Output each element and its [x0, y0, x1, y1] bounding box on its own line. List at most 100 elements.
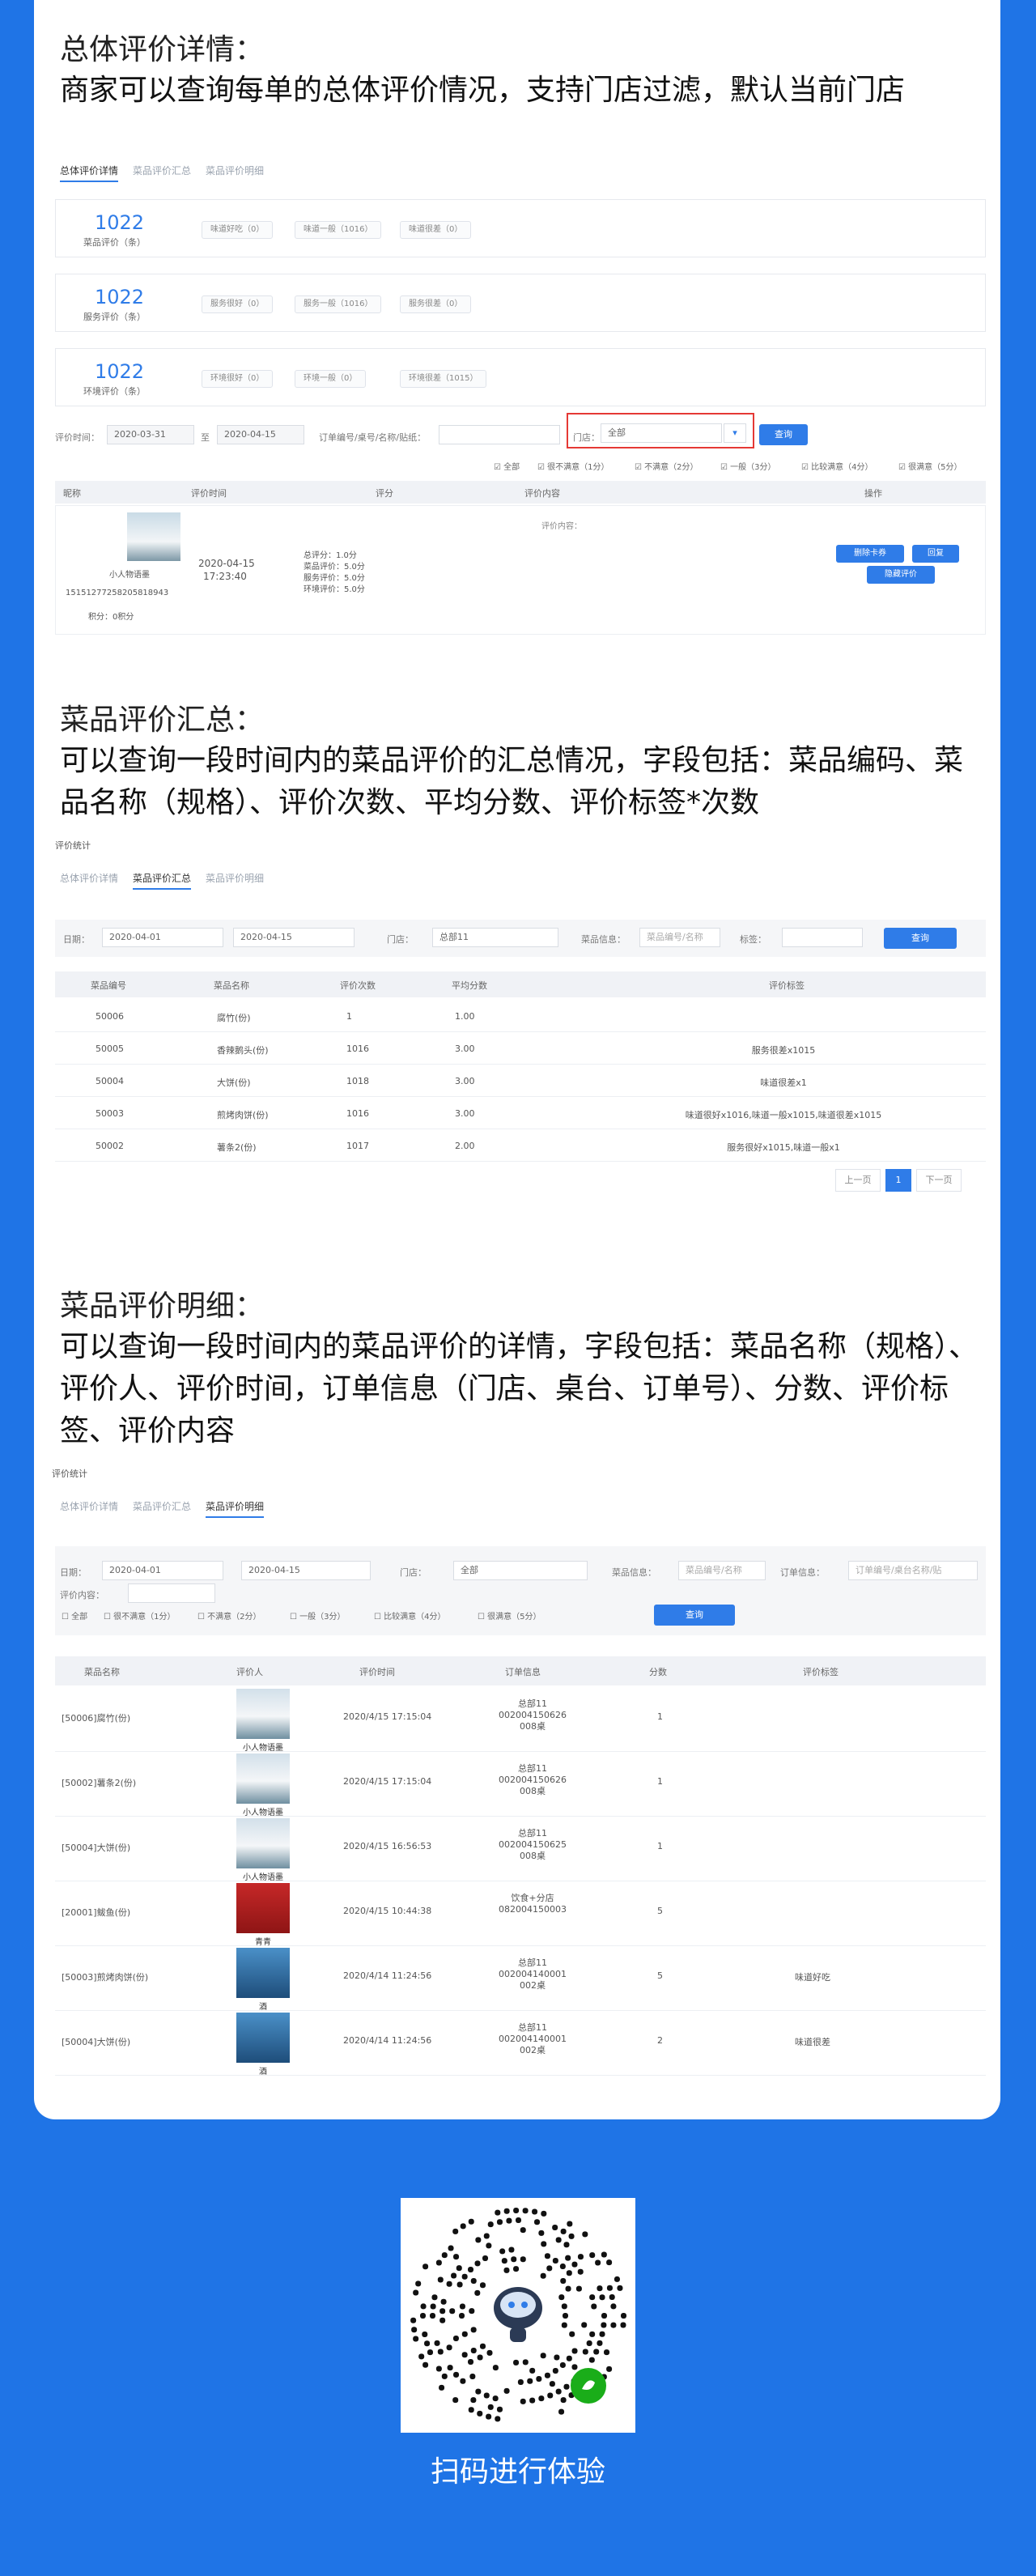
summary-label: 环境评价（条） — [83, 386, 146, 397]
store-select[interactable]: 总部11 — [432, 928, 558, 947]
tab-dish-summary[interactable]: 菜品评价汇总 — [133, 871, 192, 890]
level-checkbox-all[interactable]: ☑ 全部 — [494, 460, 520, 472]
th-time: 评价时间 — [359, 1667, 395, 1677]
eval-date: 2020-04-15 — [198, 558, 255, 569]
qr-module — [544, 2372, 550, 2378]
query-button[interactable]: 查询 — [654, 1605, 735, 1626]
nickname: 小人物语墨 — [109, 571, 150, 580]
summary-chip[interactable]: 味道好吃（0） — [202, 221, 274, 239]
tab-overall[interactable]: 总体评价详情 — [60, 164, 119, 182]
next-page-button[interactable]: 下一页 — [916, 1169, 962, 1192]
summary-count: 1022 — [95, 286, 145, 308]
qr-module — [506, 2217, 512, 2224]
qr-module — [418, 2353, 425, 2360]
query-button[interactable]: 查询 — [884, 928, 957, 949]
tab-overall[interactable]: 总体评价详情 — [60, 871, 118, 890]
th-content: 评价内容 — [524, 488, 560, 499]
level-checkbox-3[interactable]: ☐ 一般（3分） — [290, 1609, 346, 1622]
table-cell: 腐竹(份) — [217, 1013, 251, 1023]
qr-module — [451, 2272, 457, 2279]
qr-module — [431, 2294, 438, 2301]
prev-page-button[interactable]: 上一页 — [835, 1169, 881, 1192]
th-avg: 平均分数 — [452, 980, 487, 991]
order-line: 002004140001 — [499, 2034, 567, 2044]
summary-chip[interactable]: 服务很好（0） — [202, 295, 274, 313]
dish-name: [50002]薯条2(份) — [62, 1778, 137, 1788]
points: 积分：0积分 — [88, 613, 134, 622]
table-cell: 薯条2(份) — [217, 1142, 257, 1153]
tab-dish-summary[interactable]: 菜品评价汇总 — [133, 164, 191, 182]
order-filter-input[interactable] — [439, 425, 560, 444]
th-code: 菜品编号 — [91, 980, 126, 991]
table-cell: 50003 — [96, 1108, 124, 1119]
level-checkbox-4[interactable]: ☑ 比较满意（4分） — [801, 460, 873, 472]
qr-module — [452, 2336, 459, 2342]
summary-chip[interactable]: 味道很差（0） — [400, 221, 472, 239]
store-select[interactable]: 全部 — [601, 423, 722, 443]
level-checkbox-2[interactable]: ☐ 不满意（2分） — [197, 1609, 261, 1622]
order-line: 008桌 — [520, 1851, 546, 1861]
level-checkbox-1[interactable]: ☑ 很不满意（1分） — [537, 460, 609, 472]
summary-chip[interactable]: 环境一般（0） — [295, 370, 367, 388]
hide-eval-button[interactable]: 隐藏评价 — [867, 566, 935, 584]
review-time: 2020/4/15 17:15:04 — [343, 1776, 432, 1787]
qr-module — [571, 2348, 578, 2354]
qr-module — [495, 2416, 501, 2422]
qr-caption: 扫码进行体验 — [430, 2455, 605, 2489]
reply-button[interactable]: 回复 — [912, 545, 959, 563]
qr-module — [447, 2365, 453, 2371]
order-line: 002004150626 — [499, 1710, 567, 1720]
query-button[interactable]: 查询 — [759, 424, 808, 445]
summary-chip[interactable]: 味道一般（1016） — [295, 221, 382, 239]
order-input[interactable]: 订单编号/桌台名称/贴 — [848, 1561, 978, 1580]
summary-chip[interactable]: 环境很差（1015） — [400, 370, 487, 388]
delete-coupon-button[interactable]: 删除卡券 — [836, 545, 904, 563]
store-select[interactable]: 全部 — [453, 1561, 588, 1580]
content-input[interactable] — [128, 1583, 215, 1603]
level-checkbox-2[interactable]: ☑ 不满意（2分） — [635, 460, 698, 472]
tab-overall[interactable]: 总体评价详情 — [60, 1499, 118, 1518]
dish-input[interactable]: 菜品编号/名称 — [678, 1561, 766, 1580]
qr-module — [483, 2392, 490, 2399]
table-cell: 1.00 — [455, 1011, 475, 1022]
date-from-input[interactable]: 2020-03-31 — [107, 425, 194, 444]
qr-module — [549, 2381, 555, 2387]
level-checkbox-1[interactable]: ☐ 很不满意（1分） — [104, 1609, 176, 1622]
level-checkbox-3[interactable]: ☑ 一般（3分） — [720, 460, 776, 472]
level-checkbox-5[interactable]: ☐ 很满意（5分） — [478, 1609, 541, 1622]
date-from-input[interactable]: 2020-04-01 — [102, 1561, 223, 1580]
reviewer-name: 酒 — [259, 2003, 267, 2012]
tab-dish-detail[interactable]: 菜品评价明细 — [206, 164, 264, 182]
dish-label: 菜品信息： — [581, 934, 626, 945]
qr-module — [453, 2371, 460, 2378]
tab-dish-detail[interactable]: 菜品评价明细 — [206, 871, 264, 890]
th-name: 菜品名称 — [214, 980, 249, 991]
date-to-input[interactable]: 2020-04-15 — [217, 425, 304, 444]
qr-module — [593, 2349, 600, 2355]
level-label: 不满意（2分） — [644, 463, 698, 472]
qr-module — [541, 2241, 547, 2247]
level-checkbox-4[interactable]: ☐ 比较满意（4分） — [374, 1609, 446, 1622]
date-to-input[interactable]: 2020-04-15 — [233, 928, 355, 947]
summary-chip[interactable]: 服务一般（1016） — [295, 295, 382, 313]
table-cell: 1018 — [346, 1076, 369, 1086]
tab-dish-detail[interactable]: 菜品评价明细 — [206, 1499, 265, 1518]
reviewer-name: 小人物语墨 — [243, 1873, 283, 1882]
qr-module — [529, 2367, 536, 2374]
tag-input[interactable] — [782, 928, 863, 947]
chevron-down-icon[interactable]: ▾ — [724, 423, 746, 443]
table-cell: 3.00 — [455, 1044, 475, 1054]
qr-module — [468, 2218, 474, 2225]
qr-module — [477, 2410, 483, 2417]
summary-chip[interactable]: 环境很好（0） — [202, 370, 274, 388]
level-checkbox-5[interactable]: ☑ 很满意（5分） — [898, 460, 962, 472]
summary-count: 1022 — [95, 211, 145, 234]
level-checkbox-all[interactable]: ☐ 全部 — [62, 1609, 87, 1622]
date-from-input[interactable]: 2020-04-01 — [102, 928, 223, 947]
page-1-button[interactable]: 1 — [885, 1169, 911, 1192]
summary-chip[interactable]: 服务很差（0） — [400, 295, 472, 313]
dish-input[interactable]: 菜品编号/名称 — [639, 928, 720, 947]
order-line: 002桌 — [520, 2045, 546, 2055]
date-to-input[interactable]: 2020-04-15 — [241, 1561, 371, 1580]
tab-dish-summary[interactable]: 菜品评价汇总 — [133, 1499, 191, 1518]
